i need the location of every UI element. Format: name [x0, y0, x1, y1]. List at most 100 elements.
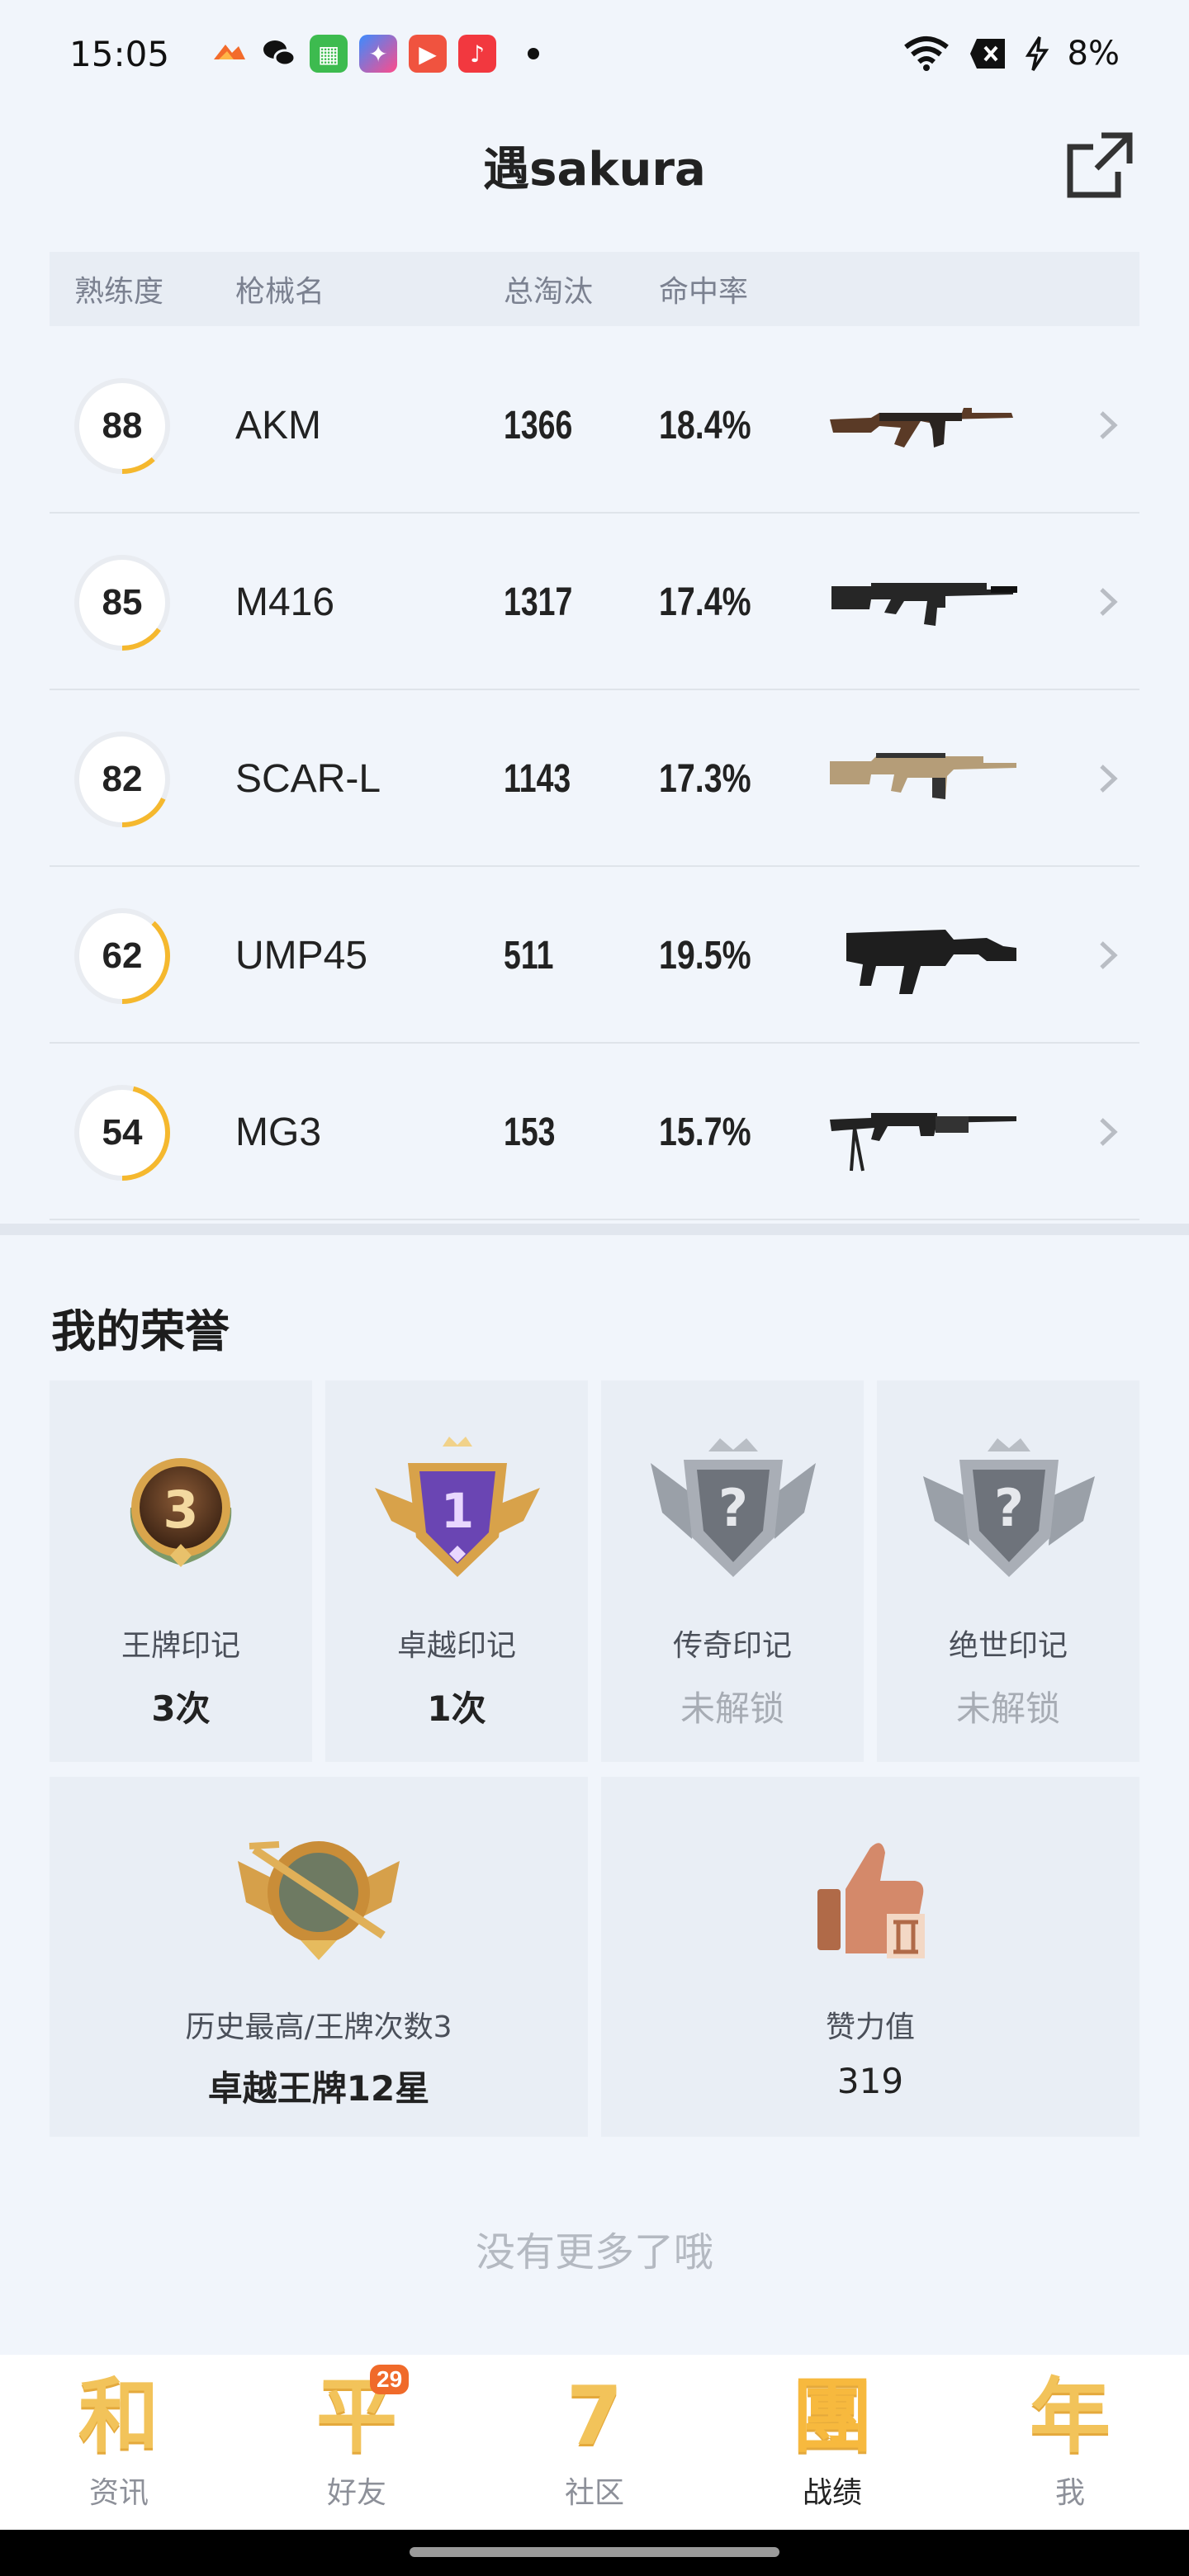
friends-count-badge: 29 — [370, 2365, 410, 2394]
page-title: 遇sakura — [483, 142, 706, 197]
scar-l-weapon-image — [830, 753, 1016, 799]
share-icon — [1067, 132, 1133, 198]
ump45-weapon-image — [846, 930, 1016, 994]
honor-card-label: 王牌印记 — [121, 1629, 240, 1663]
weapon-accuracy: 15.7% — [659, 1110, 751, 1154]
honor-card-value: 3次 — [151, 1688, 211, 1729]
profile-icon: 年 — [1029, 2370, 1111, 2464]
chevron-right-icon — [1100, 1118, 1118, 1146]
honor-card-peerless[interactable]: ? 绝世印记 未解锁 — [877, 1380, 1139, 1762]
weapon-row[interactable]: 85 M416 1317 17.4% — [50, 515, 1139, 690]
nav-item-me[interactable]: 年 我 — [951, 2355, 1189, 2530]
honor-card-label: 传奇印记 — [672, 1629, 792, 1663]
news-icon: 和 — [78, 2370, 159, 2464]
likes-value: 319 — [836, 2061, 904, 2101]
weapon-row[interactable]: 82 SCAR-L 1143 17.3% — [50, 692, 1139, 867]
mastery-value: 85 — [102, 582, 143, 623]
chevron-right-icon — [1100, 941, 1118, 969]
weapon-eliminations: 1317 — [504, 580, 573, 624]
nav-item-news[interactable]: 和 资讯 — [0, 2355, 238, 2530]
nav-label: 战绩 — [802, 2476, 862, 2510]
svg-text:?: ? — [718, 1478, 748, 1538]
section-divider — [0, 1224, 1189, 1235]
page-header: 遇sakura — [0, 116, 1189, 215]
mastery-value: 54 — [102, 1112, 143, 1153]
highest-rank-card[interactable]: 历史最高/王牌次数3 卓越王牌12星 — [50, 1777, 588, 2137]
weapon-name: AKM — [235, 403, 322, 447]
charging-icon — [1025, 36, 1049, 72]
weapon-name: UMP45 — [235, 933, 368, 978]
nav-label: 资讯 — [88, 2476, 149, 2510]
nav-label: 好友 — [326, 2476, 386, 2510]
nav-label: 我 — [1054, 2476, 1085, 2510]
mastery-value: 82 — [102, 759, 143, 799]
nav-item-friends[interactable]: 平 29 好友 — [238, 2355, 476, 2530]
share-button[interactable] — [1059, 124, 1141, 206]
status-time: 15:05 — [69, 33, 170, 74]
legend-mark-badge-locked-icon: ? — [651, 1438, 816, 1577]
column-accuracy: 命中率 — [659, 275, 749, 309]
weapon-row[interactable]: 88 AKM 1366 18.4% — [50, 339, 1139, 514]
honor-card-value: 未解锁 — [955, 1688, 1060, 1729]
mg3-weapon-image — [828, 1111, 1018, 1172]
highest-rank-value: 卓越王牌12星 — [207, 2068, 430, 2109]
honor-card-excellence[interactable]: 1 卓越印记 1次 — [325, 1380, 588, 1762]
weapon-accuracy: 19.5% — [659, 933, 751, 978]
no-sim-icon — [969, 37, 1007, 70]
honor-card-label: 绝世印记 — [948, 1629, 1068, 1663]
weapon-eliminations: 1366 — [504, 403, 573, 447]
chevron-right-icon — [1100, 411, 1118, 439]
honor-card-label: 卓越印记 — [396, 1629, 516, 1663]
weapon-eliminations: 511 — [504, 933, 554, 978]
nav-item-community[interactable]: 7 社区 — [476, 2355, 713, 2530]
weapon-eliminations: 1143 — [504, 756, 571, 801]
honor-card-value: 未解锁 — [680, 1688, 784, 1729]
rank-badge-icon — [238, 1841, 400, 1960]
weapon-name: M416 — [235, 580, 335, 624]
music-app-icon: ♪ — [458, 35, 497, 73]
likes-label: 赞力值 — [825, 2010, 915, 2044]
chevron-right-icon — [1100, 765, 1118, 793]
weapon-row[interactable]: 62 UMP45 511 19.5% — [50, 869, 1139, 1044]
bottom-navigation: 和 资讯 平 29 好友 7 社区 團 战绩 年 我 — [0, 2355, 1189, 2530]
svg-text:?: ? — [994, 1478, 1024, 1538]
weapon-accuracy: 17.4% — [659, 580, 751, 624]
calendar-app-icon: ▦ — [310, 35, 348, 73]
likes-card[interactable]: 赞力值 319 — [601, 1777, 1139, 2137]
excellence-mark-badge-icon: 1 — [375, 1437, 540, 1577]
wifi-icon — [902, 36, 950, 72]
honors-section-title: 我的荣誉 — [51, 1305, 230, 1357]
video-app-icon: ▶ — [409, 35, 448, 73]
svg-text:3: 3 — [163, 1480, 198, 1540]
battery-text: 8% — [1067, 35, 1120, 73]
no-more-content-text: 没有更多了哦 — [475, 2229, 713, 2275]
weapon-row[interactable]: 54 MG3 153 15.7% — [50, 1045, 1139, 1220]
weapon-name: MG3 — [235, 1110, 322, 1154]
honor-card-ace[interactable]: 3 王牌印记 3次 — [50, 1380, 312, 1762]
nav-item-record[interactable]: 團 战绩 — [713, 2355, 951, 2530]
column-weapon: 枪械名 — [235, 275, 325, 309]
highest-rank-label: 历史最高/王牌次数3 — [185, 2010, 452, 2044]
weapon-accuracy: 17.3% — [659, 756, 751, 801]
chevron-right-icon — [1100, 588, 1118, 616]
weapon-name: SCAR-L — [235, 756, 381, 801]
m416-weapon-image — [831, 583, 1017, 626]
column-eliminations: 总淘汰 — [504, 275, 594, 309]
more-notifications-dot — [528, 48, 540, 59]
weapon-accuracy: 18.4% — [659, 403, 751, 447]
notification-icons: ▦ ✦ ▶ ♪ — [211, 35, 540, 73]
honor-card-value: 1次 — [427, 1688, 486, 1729]
status-bar: 15:05 ▦ ✦ ▶ ♪ 8% — [0, 0, 1189, 107]
honor-card-legend[interactable]: ? 传奇印记 未解锁 — [601, 1380, 864, 1762]
thumbs-up-icon — [817, 1843, 925, 1958]
app-store-icon: ✦ — [359, 35, 398, 73]
nav-label: 社区 — [564, 2476, 624, 2510]
weapon-eliminations: 153 — [504, 1110, 556, 1154]
mastery-value: 62 — [102, 935, 143, 976]
game-app-icon — [211, 35, 249, 73]
community-icon: 7 — [566, 2370, 623, 2464]
ace-mark-badge-icon: 3 — [130, 1458, 232, 1567]
wechat-icon — [260, 35, 298, 73]
home-gesture-handle[interactable] — [410, 2547, 779, 2557]
akm-weapon-image — [830, 408, 1013, 447]
